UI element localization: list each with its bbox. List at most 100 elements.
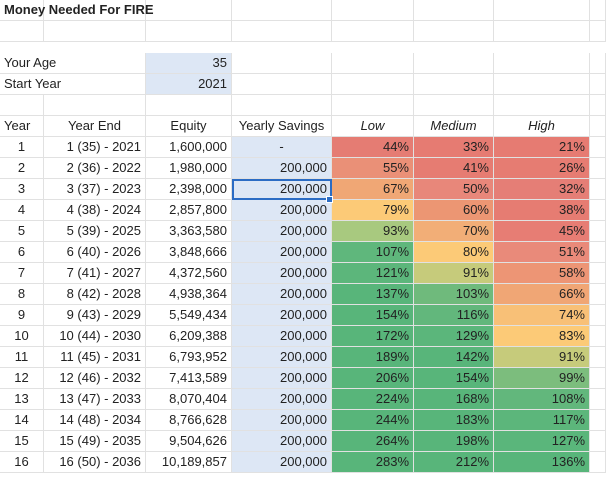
- low-cell[interactable]: 189%: [332, 347, 414, 368]
- cell[interactable]: [590, 347, 606, 368]
- low-cell[interactable]: 55%: [332, 158, 414, 179]
- year-cell[interactable]: 1: [0, 137, 44, 158]
- year-cell[interactable]: 3: [0, 179, 44, 200]
- start-year-input[interactable]: 2021: [146, 74, 232, 95]
- low-cell[interactable]: 154%: [332, 305, 414, 326]
- high-cell[interactable]: 108%: [494, 389, 590, 410]
- low-cell[interactable]: 244%: [332, 410, 414, 431]
- high-cell[interactable]: 21%: [494, 137, 590, 158]
- year-cell[interactable]: 6: [0, 242, 44, 263]
- yearly-savings-cell[interactable]: -: [232, 137, 332, 158]
- year-cell[interactable]: 12: [0, 368, 44, 389]
- high-cell[interactable]: 45%: [494, 221, 590, 242]
- high-cell[interactable]: 127%: [494, 431, 590, 452]
- cell[interactable]: [146, 0, 232, 21]
- cell[interactable]: [232, 0, 332, 21]
- equity-cell[interactable]: 8,070,404: [146, 389, 232, 410]
- cell[interactable]: [494, 53, 590, 74]
- yearly-savings-cell[interactable]: 200,000: [232, 347, 332, 368]
- medium-cell[interactable]: 142%: [414, 347, 494, 368]
- year-cell[interactable]: 13: [0, 389, 44, 410]
- cell[interactable]: [414, 53, 494, 74]
- year-cell[interactable]: 2: [0, 158, 44, 179]
- medium-cell[interactable]: 50%: [414, 179, 494, 200]
- year-end-cell[interactable]: 6 (40) - 2026: [44, 242, 146, 263]
- cell[interactable]: [590, 263, 606, 284]
- medium-cell[interactable]: 91%: [414, 263, 494, 284]
- yearly-savings-cell[interactable]: 200,000: [232, 158, 332, 179]
- high-cell[interactable]: 99%: [494, 368, 590, 389]
- yearly-savings-cell[interactable]: 200,000: [232, 305, 332, 326]
- cell[interactable]: [146, 95, 232, 116]
- cell[interactable]: [332, 21, 414, 42]
- high-cell[interactable]: 51%: [494, 242, 590, 263]
- equity-cell[interactable]: 8,766,628: [146, 410, 232, 431]
- equity-cell[interactable]: 3,848,666: [146, 242, 232, 263]
- cell[interactable]: [232, 74, 332, 95]
- medium-cell[interactable]: 103%: [414, 284, 494, 305]
- yearly-savings-cell[interactable]: 200,000: [232, 242, 332, 263]
- cell[interactable]: [590, 179, 606, 200]
- medium-cell[interactable]: 33%: [414, 137, 494, 158]
- cell[interactable]: [590, 410, 606, 431]
- equity-cell[interactable]: 4,372,560: [146, 263, 232, 284]
- equity-cell[interactable]: 10,189,857: [146, 452, 232, 473]
- year-cell[interactable]: 11: [0, 347, 44, 368]
- cell[interactable]: [590, 0, 606, 21]
- year-cell[interactable]: 8: [0, 284, 44, 305]
- high-cell[interactable]: 32%: [494, 179, 590, 200]
- yearly-savings-cell[interactable]: 200,000: [232, 221, 332, 242]
- medium-cell[interactable]: 212%: [414, 452, 494, 473]
- year-end-cell[interactable]: 16 (50) - 2036: [44, 452, 146, 473]
- yearly-savings-cell[interactable]: 200,000: [232, 263, 332, 284]
- cell[interactable]: [590, 221, 606, 242]
- cell[interactable]: [590, 158, 606, 179]
- cell[interactable]: [494, 74, 590, 95]
- low-cell[interactable]: 67%: [332, 179, 414, 200]
- cell[interactable]: [590, 284, 606, 305]
- year-end-cell[interactable]: 7 (41) - 2027: [44, 263, 146, 284]
- equity-cell[interactable]: 6,793,952: [146, 347, 232, 368]
- low-cell[interactable]: 206%: [332, 368, 414, 389]
- cell[interactable]: [590, 452, 606, 473]
- equity-cell[interactable]: 9,504,626: [146, 431, 232, 452]
- high-cell[interactable]: 117%: [494, 410, 590, 431]
- cell[interactable]: [332, 53, 414, 74]
- year-end-cell[interactable]: 15 (49) - 2035: [44, 431, 146, 452]
- fill-handle[interactable]: [326, 196, 333, 203]
- low-cell[interactable]: 224%: [332, 389, 414, 410]
- medium-cell[interactable]: 41%: [414, 158, 494, 179]
- year-cell[interactable]: 16: [0, 452, 44, 473]
- cell[interactable]: [590, 116, 606, 137]
- year-end-cell[interactable]: 13 (47) - 2033: [44, 389, 146, 410]
- high-cell[interactable]: 26%: [494, 158, 590, 179]
- year-end-cell[interactable]: 1 (35) - 2021: [44, 137, 146, 158]
- high-cell[interactable]: 38%: [494, 200, 590, 221]
- year-end-cell[interactable]: 11 (45) - 2031: [44, 347, 146, 368]
- yearly-savings-cell[interactable]: 200,000: [232, 410, 332, 431]
- equity-cell[interactable]: 5,549,434: [146, 305, 232, 326]
- sheet-title[interactable]: Money Needed For FIRE: [0, 0, 154, 21]
- high-cell[interactable]: 74%: [494, 305, 590, 326]
- year-cell[interactable]: 10: [0, 326, 44, 347]
- low-cell[interactable]: 79%: [332, 200, 414, 221]
- cell[interactable]: [590, 326, 606, 347]
- medium-cell[interactable]: 154%: [414, 368, 494, 389]
- equity-cell[interactable]: 6,209,388: [146, 326, 232, 347]
- medium-cell[interactable]: 80%: [414, 242, 494, 263]
- low-cell[interactable]: 264%: [332, 431, 414, 452]
- cell[interactable]: [232, 95, 332, 116]
- medium-cell[interactable]: 70%: [414, 221, 494, 242]
- yearly-savings-cell[interactable]: 200,000: [232, 284, 332, 305]
- medium-cell[interactable]: 198%: [414, 431, 494, 452]
- year-cell[interactable]: 7: [0, 263, 44, 284]
- medium-cell[interactable]: 183%: [414, 410, 494, 431]
- year-cell[interactable]: 4: [0, 200, 44, 221]
- high-cell[interactable]: 83%: [494, 326, 590, 347]
- cell[interactable]: [590, 95, 606, 116]
- low-cell[interactable]: 121%: [332, 263, 414, 284]
- cell[interactable]: [332, 95, 414, 116]
- cell[interactable]: [590, 53, 606, 74]
- equity-cell[interactable]: 1,600,000: [146, 137, 232, 158]
- high-cell[interactable]: 58%: [494, 263, 590, 284]
